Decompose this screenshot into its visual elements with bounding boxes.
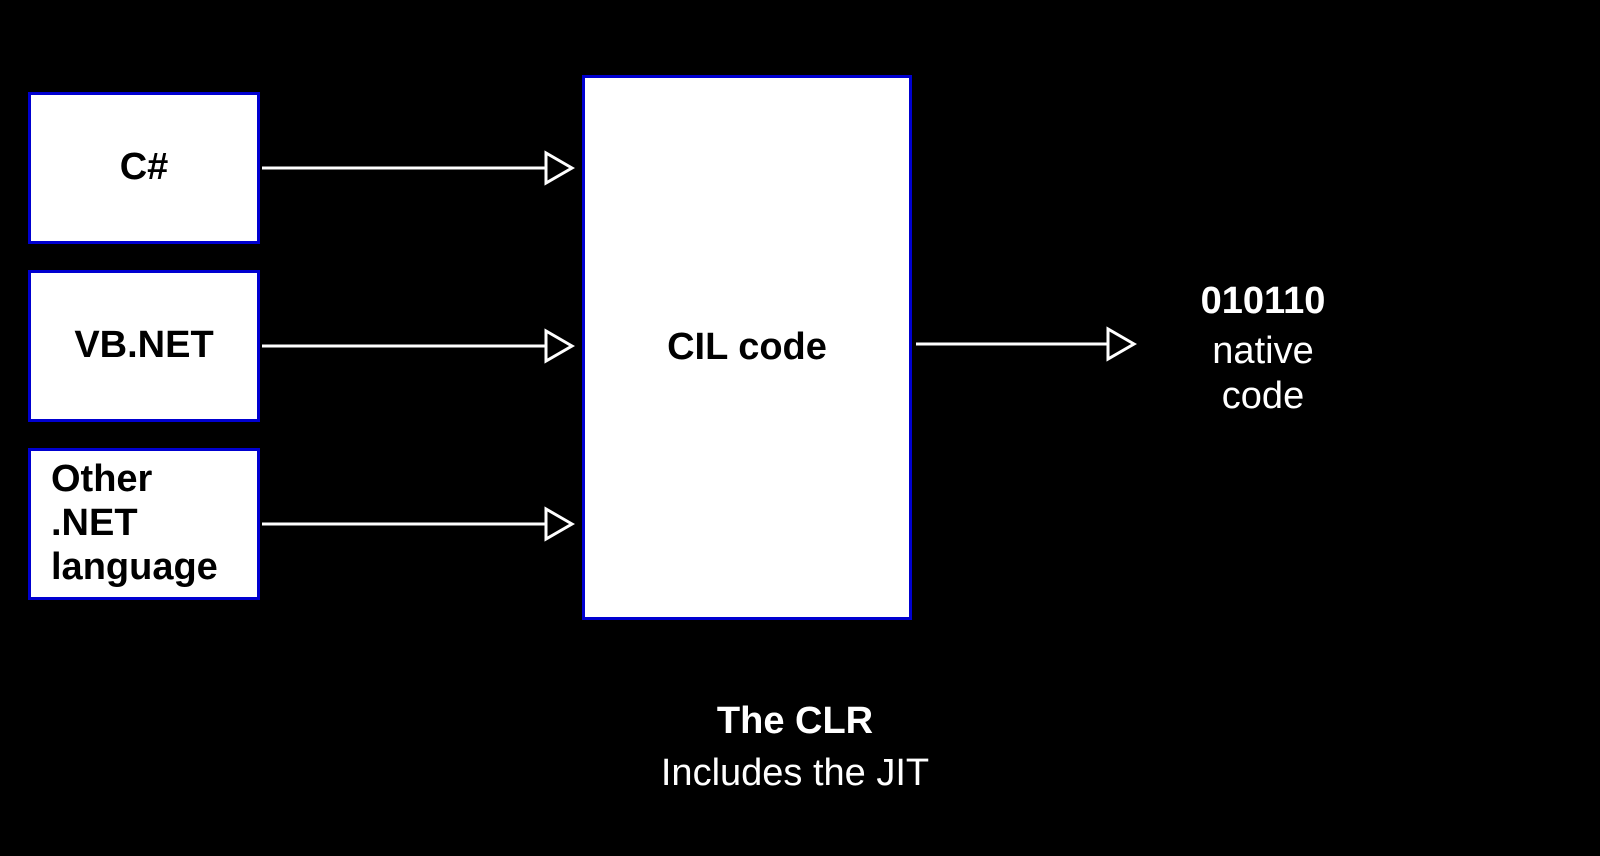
caption-title: The CLR — [395, 700, 1195, 744]
arrowhead-csharp — [546, 153, 572, 183]
output-title: 010110 — [1163, 280, 1363, 324]
cil-box: CIL code — [582, 75, 912, 620]
arrowhead-vbnet — [546, 331, 572, 361]
source-csharp-label: C# — [31, 146, 257, 190]
output-sub2: code — [1163, 375, 1363, 419]
source-vbnet-label: VB.NET — [31, 324, 257, 368]
arrowhead-other — [546, 509, 572, 539]
source-box-csharp: C# — [28, 92, 260, 244]
source-box-other: Other .NET language — [28, 448, 260, 600]
diagram-canvas: C# VB.NET Other .NET language CIL code 0… — [0, 0, 1600, 856]
source-box-vbnet: VB.NET — [28, 270, 260, 422]
output-sub1: native — [1163, 330, 1363, 374]
source-other-label: Other .NET language — [31, 458, 257, 589]
cil-label: CIL code — [585, 326, 909, 370]
arrowhead-native — [1108, 329, 1134, 359]
caption-sub: Includes the JIT — [395, 752, 1195, 796]
